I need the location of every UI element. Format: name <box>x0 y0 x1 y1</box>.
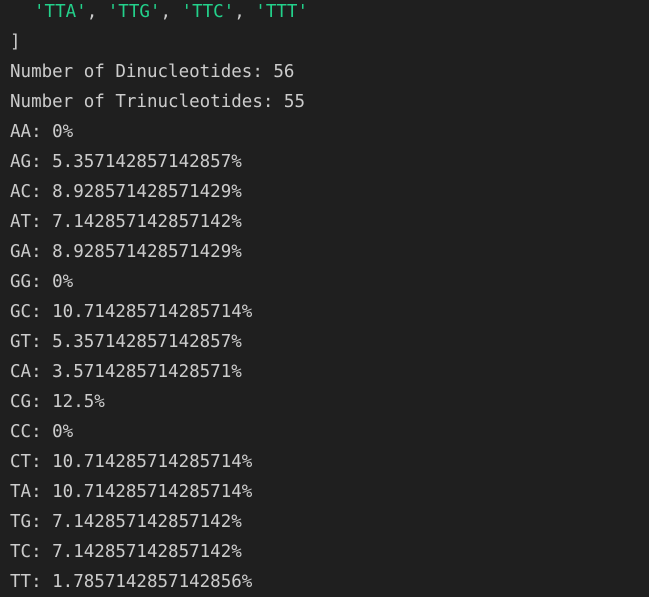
output-line: TC: 7.142857142857142% <box>10 542 242 562</box>
array-tail-line: 'TTA', 'TTG', 'TTC', 'TTT' <box>10 0 649 27</box>
output-line: CG: 12.5% <box>10 392 105 412</box>
output-line: AA: 0% <box>10 122 74 142</box>
output-line: GA: 8.928571428571429% <box>10 242 242 262</box>
output-line: AG: 5.357142857142857% <box>10 152 242 172</box>
output-line: CT: 10.714285714285714% <box>10 452 253 472</box>
output-line: AT: 7.142857142857142% <box>10 212 242 232</box>
array-item: 'TTA' <box>34 2 87 22</box>
array-item: 'TTC' <box>181 2 235 22</box>
array-item: 'TTG' <box>107 2 161 22</box>
output-line: TG: 7.142857142857142% <box>10 512 242 532</box>
output-line: AC: 8.928571428571429% <box>10 182 242 202</box>
terminal-output[interactable]: 'TTA', 'TTG', 'TTC', 'TTT' ] Number of D… <box>0 0 649 592</box>
output-line: GT: 5.357142857142857% <box>10 332 242 352</box>
array-separator: , <box>160 2 182 22</box>
trinucleotide-count-line: Number of Trinucleotides: 55 <box>10 92 306 112</box>
dinucleotide-count-line: Number of Dinucleotides: 56 <box>10 62 295 82</box>
output-line: CC: 0% <box>10 422 74 442</box>
array-separator: , <box>86 2 108 22</box>
array-separator: , <box>234 2 256 22</box>
output-line: GC: 10.714285714285714% <box>10 302 253 322</box>
closing-bracket: ] <box>10 32 21 52</box>
output-line: TA: 10.714285714285714% <box>10 482 253 502</box>
array-item: 'TTT' <box>255 2 308 22</box>
output-line: CA: 3.571428571428571% <box>10 362 242 382</box>
output-line: GG: 0% <box>10 272 74 292</box>
